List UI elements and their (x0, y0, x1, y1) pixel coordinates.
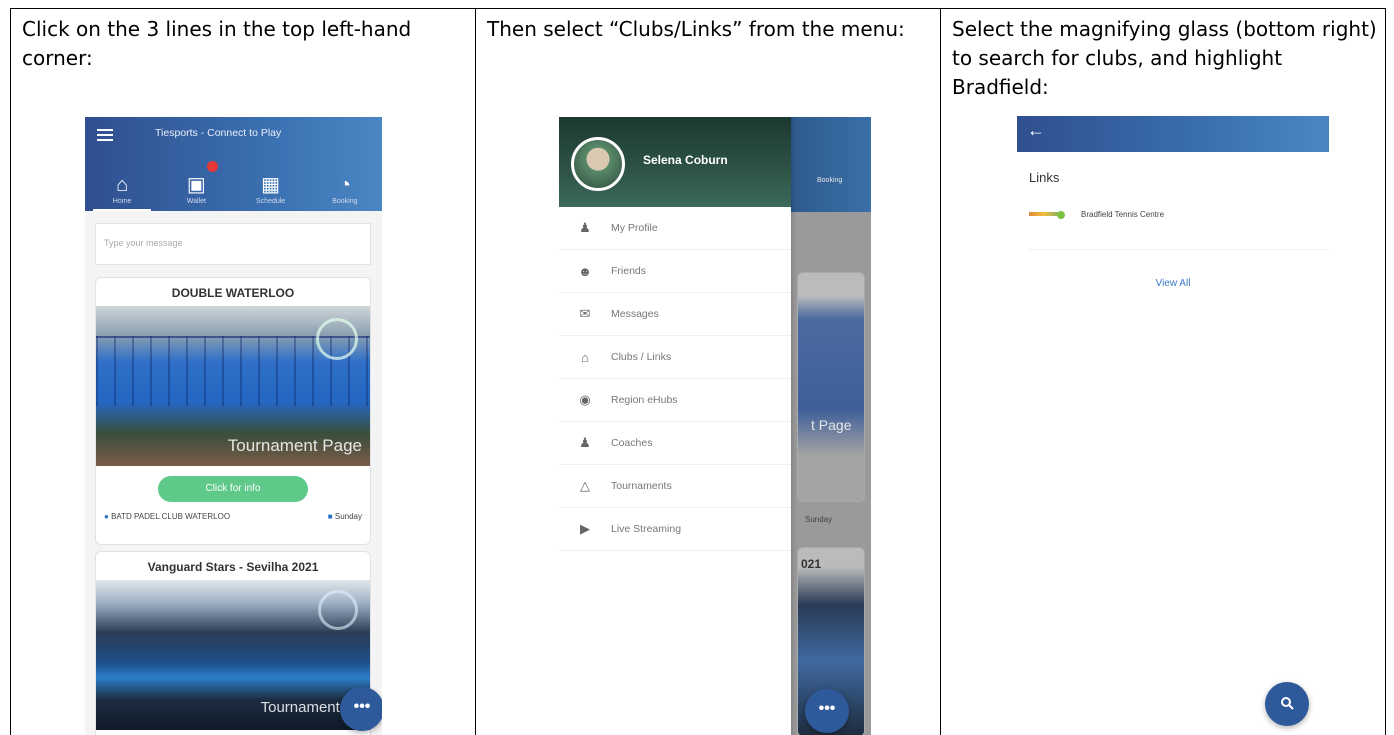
app-title: Tiesports - Connect to Play (155, 127, 282, 139)
tournament-logo (316, 318, 358, 360)
dimmed-tab-label: Booking (817, 177, 843, 184)
notification-badge (207, 161, 219, 172)
tab-wallet[interactable]: ▣ Wallet (159, 155, 233, 211)
dimmed-overlay-text: t Page (811, 417, 852, 433)
tournament-icon: △ (580, 478, 590, 493)
phone-menu-screenshot: Booking t Page Sunday 021 Selena Coburn … (559, 117, 871, 735)
menu-item-my-profile[interactable]: ♟ My Profile (559, 207, 791, 250)
phone-links-screenshot: ← Links Bradfield Tennis Centre View All (1017, 116, 1329, 735)
step-2-cell: Then select “Clubs/Links” from the menu:… (476, 9, 941, 735)
view-all-link[interactable]: View All (1017, 278, 1329, 289)
tournament-logo (318, 590, 358, 630)
club-icon: ⌂ (581, 349, 589, 365)
search-icon (1281, 697, 1294, 710)
user-name: Selena Coburn (643, 153, 728, 167)
dimmed-card (797, 272, 865, 502)
tab-home[interactable]: ⌂ Home (85, 155, 159, 211)
message-input[interactable]: Type your message (95, 223, 371, 265)
location-pin-icon: ● (104, 512, 109, 521)
tab-label: Booking (332, 198, 358, 205)
dimmed-background-screen: Booking t Page Sunday 021 (791, 117, 871, 735)
stadium-image: Tournament P (96, 580, 370, 730)
menu-item-live-streaming[interactable]: ▶ Live Streaming (559, 508, 791, 551)
menu-item-clubs-links[interactable]: ⌂ Clubs / Links (559, 336, 791, 379)
menu-item-messages[interactable]: ✉ Messages (559, 293, 791, 336)
messages-icon: ✉ (579, 306, 591, 321)
menu-item-friends[interactable]: ☻ Friends (559, 250, 791, 293)
instruction-table: Click on the 3 lines in the top left-han… (10, 8, 1386, 735)
wallet-icon: ▣ (186, 174, 206, 196)
avatar[interactable] (571, 137, 625, 191)
search-button[interactable] (1265, 682, 1309, 726)
step-2-instruction: Then select “Clubs/Links” from the menu: (487, 17, 905, 41)
phone-home-screenshot: Tiesports - Connect to Play ⌂ Home ▣ Wal… (85, 117, 382, 735)
bottom-tabs: ⌂ Home ▣ Wallet ▦ Schedule ◔ Booking (85, 155, 382, 211)
menu-item-tournaments[interactable]: △ Tournaments (559, 465, 791, 508)
card-day: ■ Sunday (327, 512, 362, 521)
location-pin-icon: ◉ (579, 392, 591, 407)
card-title: Vanguard Stars - Sevilha 2021 (147, 560, 319, 574)
tab-label: Wallet (186, 198, 206, 205)
tab-label: Schedule (256, 198, 286, 205)
tab-label: Home (112, 198, 132, 205)
coach-icon: ♟ (579, 435, 591, 450)
club-list-item[interactable]: Bradfield Tennis Centre (1029, 208, 1329, 250)
tournament-card[interactable]: Vanguard Stars - Sevilha 2021 Tournament… (95, 551, 371, 735)
home-icon: ⌂ (116, 174, 129, 196)
menu-item-coaches[interactable]: ♟ Coaches (559, 422, 791, 465)
links-header: ← (1017, 116, 1329, 152)
step-1-cell: Click on the 3 lines in the top left-han… (11, 9, 476, 735)
links-title: Links (1029, 170, 1060, 185)
navigation-drawer: Selena Coburn ♟ My Profile ☻ Friends ✉ Mess… (559, 117, 791, 735)
dimmed-card-title: 021 (801, 557, 822, 571)
video-icon: ▶ (580, 521, 590, 536)
card-footer: ● BATD PADEL CLUB WATERLOO ■ Sunday (96, 502, 370, 521)
tab-booking[interactable]: ◔ Booking (308, 155, 382, 211)
step-1-instruction: Click on the 3 lines in the top left-han… (22, 17, 412, 70)
card-location: ● BATD PADEL CLUB WATERLOO (104, 512, 231, 521)
person-icon: ♟ (579, 220, 591, 235)
tournament-card[interactable]: DOUBLE WATERLOO Tournament Page Click fo… (95, 277, 371, 545)
calendar-icon: ▦ (261, 174, 281, 196)
click-for-info-button[interactable]: Click for info (158, 476, 308, 502)
step-3-cell: Select the magnifying glass (bottom righ… (941, 9, 1385, 735)
club-logo (1029, 208, 1071, 220)
tab-schedule[interactable]: ▦ Schedule (234, 155, 308, 211)
app-header: Tiesports - Connect to Play ⌂ Home ▣ Wal… (85, 117, 382, 211)
booking-icon: ◔ (338, 174, 351, 196)
friends-icon: ☻ (578, 263, 592, 279)
more-options-button[interactable]: ••• (805, 689, 849, 733)
more-options-button[interactable]: ••• (340, 687, 382, 731)
hamburger-menu-icon[interactable] (97, 129, 113, 141)
card-title: DOUBLE WATERLOO (171, 286, 295, 300)
image-overlay-text: Tournament Page (227, 436, 362, 455)
back-arrow-icon[interactable]: ← (1027, 120, 1045, 141)
club-name: Bradfield Tennis Centre (1081, 210, 1165, 219)
padel-court-image: Tournament Page (96, 306, 370, 466)
dimmed-day: Sunday (805, 515, 833, 524)
menu-item-region-ehubs[interactable]: ◉ Region eHubs (559, 379, 791, 422)
calendar-icon: ■ (327, 512, 333, 521)
drawer-header: Selena Coburn (559, 117, 791, 207)
dimmed-header (791, 117, 871, 212)
step-3-instruction: Select the magnifying glass (bottom righ… (952, 17, 1377, 99)
